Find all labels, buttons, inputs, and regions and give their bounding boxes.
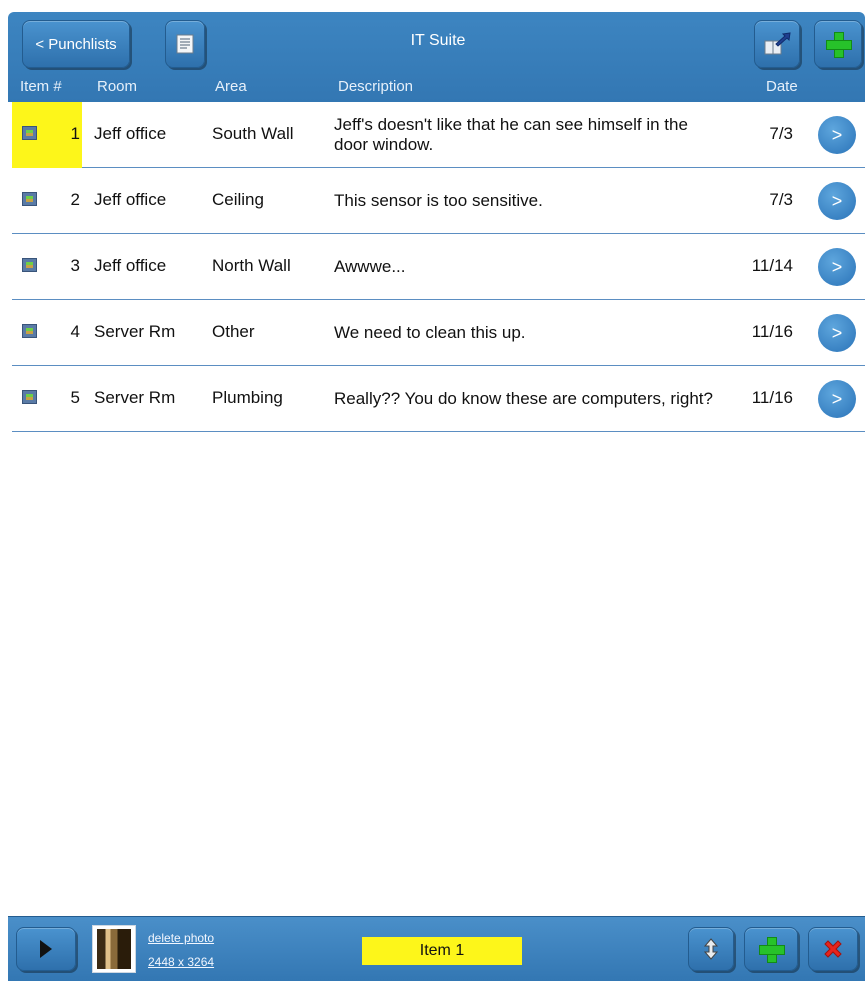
description-cell: We need to clean this up. bbox=[334, 323, 526, 342]
table-row[interactable]: 5 Server Rm Plumbing Really?? You do kno… bbox=[12, 366, 865, 432]
current-item-label[interactable]: Item 1 bbox=[362, 937, 522, 965]
item-number: 4 bbox=[70, 322, 80, 341]
room-cell: Jeff office bbox=[94, 190, 167, 209]
page-title: IT Suite bbox=[410, 32, 466, 49]
column-header-item[interactable]: Item # bbox=[20, 78, 62, 95]
delete-photo-link[interactable]: delete photo bbox=[148, 931, 214, 945]
area-cell: Ceiling bbox=[212, 190, 264, 209]
date-cell: 7/3 bbox=[769, 190, 793, 209]
open-item-button[interactable]: > bbox=[818, 248, 856, 286]
item-number: 3 bbox=[70, 256, 80, 275]
table-row[interactable]: 3 Jeff office North Wall Awwwe... 11/14 … bbox=[12, 234, 865, 300]
column-headers: Item # Room Area Description Date bbox=[8, 78, 865, 100]
column-header-date[interactable]: Date bbox=[766, 78, 798, 95]
header-bar: < Punchlists IT Suite Item # Room Area D… bbox=[8, 12, 865, 102]
up-down-arrows-icon bbox=[704, 938, 718, 960]
table-row[interactable]: 4 Server Rm Other We need to clean this … bbox=[12, 300, 865, 366]
description-cell: Jeff's doesn't like that he can see hims… bbox=[334, 115, 688, 154]
description-cell: Awwwe... bbox=[334, 257, 406, 276]
room-cell: Jeff office bbox=[94, 124, 167, 143]
document-list-icon bbox=[176, 34, 194, 54]
plus-icon bbox=[759, 937, 785, 963]
open-item-button[interactable]: > bbox=[818, 314, 856, 352]
description-cell: This sensor is too sensitive. bbox=[334, 191, 543, 210]
add-item-button[interactable] bbox=[814, 20, 862, 68]
export-button[interactable] bbox=[754, 20, 800, 68]
photo-thumbnail[interactable] bbox=[92, 925, 136, 973]
table-row[interactable]: 2 Jeff office Ceiling This sensor is too… bbox=[12, 168, 865, 234]
item-number: 1 bbox=[70, 124, 80, 143]
photo-dimensions: 2448 x 3264 bbox=[148, 955, 215, 969]
add-photo-button[interactable] bbox=[744, 927, 798, 971]
item-number: 2 bbox=[70, 190, 80, 209]
reorder-button[interactable] bbox=[688, 927, 734, 971]
close-icon bbox=[824, 940, 842, 958]
plus-icon bbox=[826, 32, 852, 58]
area-cell: South Wall bbox=[212, 124, 294, 143]
footer-toolbar: delete photo 2448 x 3264 Item 1 bbox=[8, 916, 865, 981]
description-cell: Really?? You do know these are computers… bbox=[334, 389, 713, 408]
area-cell: Plumbing bbox=[212, 388, 283, 407]
delete-item-button[interactable] bbox=[808, 927, 858, 971]
list-view-button[interactable] bbox=[165, 20, 205, 68]
punchlist-app: < Punchlists IT Suite Item # Room Area D… bbox=[0, 0, 865, 981]
back-to-punchlists-button[interactable]: < Punchlists bbox=[22, 20, 130, 68]
open-item-button[interactable]: > bbox=[818, 116, 856, 154]
open-item-button[interactable]: > bbox=[818, 182, 856, 220]
date-cell: 7/3 bbox=[769, 124, 793, 143]
play-button[interactable] bbox=[16, 927, 76, 971]
date-cell: 11/16 bbox=[751, 388, 793, 407]
date-cell: 11/14 bbox=[751, 256, 793, 275]
punchlist-table: 1 Jeff office South Wall Jeff's doesn't … bbox=[12, 102, 865, 432]
table-row[interactable]: 1 Jeff office South Wall Jeff's doesn't … bbox=[12, 102, 865, 168]
area-cell: Other bbox=[212, 322, 255, 341]
column-header-area[interactable]: Area bbox=[215, 78, 247, 95]
area-cell: North Wall bbox=[212, 256, 291, 275]
export-book-icon bbox=[764, 32, 791, 55]
item-number: 5 bbox=[70, 388, 80, 407]
room-cell: Jeff office bbox=[94, 256, 167, 275]
room-cell: Server Rm bbox=[94, 322, 176, 341]
photo-preview bbox=[97, 929, 131, 969]
open-item-button[interactable]: > bbox=[818, 380, 856, 418]
date-cell: 11/16 bbox=[751, 322, 793, 341]
room-cell: Server Rm bbox=[94, 388, 176, 407]
column-header-description[interactable]: Description bbox=[338, 78, 413, 95]
column-header-room[interactable]: Room bbox=[97, 78, 137, 95]
play-icon bbox=[40, 940, 52, 958]
